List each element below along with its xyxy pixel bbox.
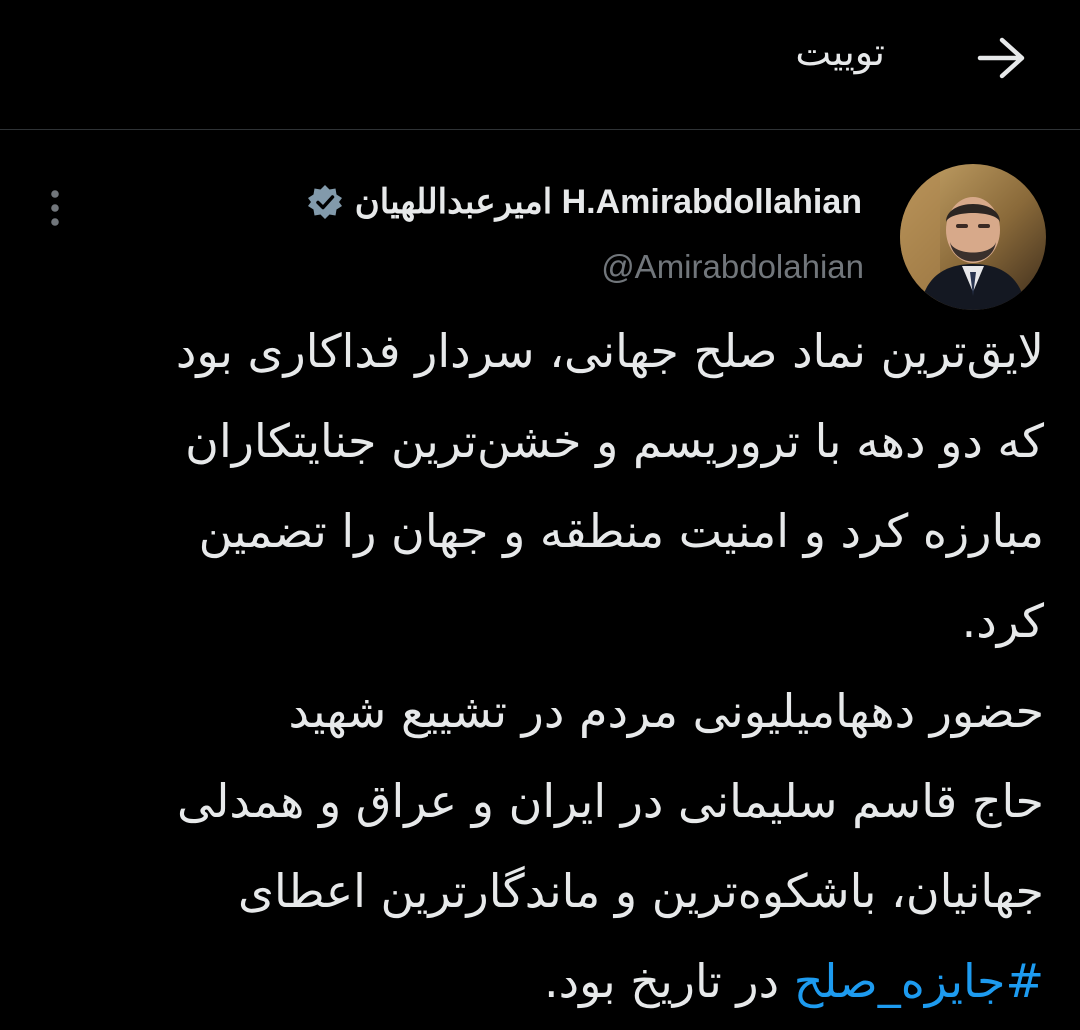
tweet-line: حضور دهها‌میلیونی مردم در تشییع شهید	[288, 684, 1044, 738]
verified-badge-icon	[305, 182, 345, 222]
tweet-line: که دو دهه با تروریسم و خشن‌ترین جنایتکار…	[185, 414, 1044, 468]
tweet: امیرعبداللهیان H.Amirabdollahian @Amirab…	[0, 130, 1080, 1030]
tweet-last-line: #جایزه_صلح در تاریخ بود.	[44, 936, 1044, 1026]
author-display-name[interactable]: امیرعبداللهیان H.Amirabdollahian	[355, 182, 862, 222]
tweet-line: جهانیان، باشکوه‌ترین و ماندگارترین اعطای	[237, 864, 1044, 918]
more-vertical-icon	[51, 190, 59, 226]
page-title: توییت	[795, 30, 885, 74]
tweet-line: کرد.	[961, 594, 1044, 648]
tweet-line: مبارزه کرد و امنیت منطقه و جهان را تضمین	[198, 504, 1044, 558]
top-bar: توییت	[0, 0, 1080, 130]
arrow-right-icon	[977, 37, 1025, 79]
author-line: امیرعبداللهیان H.Amirabdollahian	[305, 182, 862, 222]
more-button[interactable]	[38, 186, 72, 230]
tweet-line: حاج قاسم سلیمانی در ایران و عراق و همدلی	[177, 774, 1044, 828]
back-button[interactable]	[962, 30, 1042, 86]
avatar[interactable]	[900, 164, 1046, 310]
hashtag-link[interactable]: #جایزه_صلح	[794, 954, 1044, 1008]
tweet-text: لایق‌ترین نماد صلح جهانی، سردار فداکاری …	[44, 306, 1044, 1026]
tweet-line-rest: در تاریخ بود.	[543, 954, 794, 1008]
author-handle[interactable]: @Amirabdolahian	[601, 248, 864, 286]
tweet-line: لایق‌ترین نماد صلح جهانی، سردار فداکاری …	[175, 324, 1044, 378]
